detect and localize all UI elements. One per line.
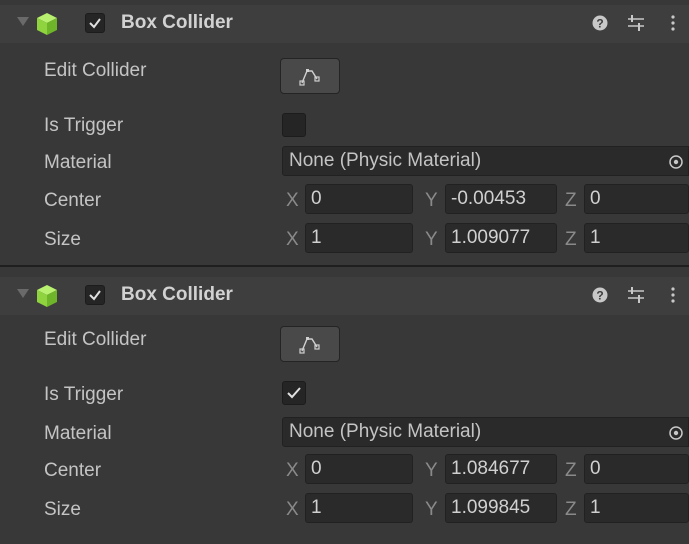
component-enabled-checkbox[interactable] (85, 285, 105, 305)
edit-collider-label: Edit Collider (44, 329, 147, 350)
size-x-field[interactable]: 1 (305, 223, 413, 253)
center-y-value: -0.00453 (451, 188, 527, 209)
center-x-field[interactable]: 0 (305, 184, 413, 214)
foldout-arrow-icon[interactable] (17, 289, 29, 298)
box-collider-cube-icon (37, 13, 57, 35)
kebab-menu-icon[interactable] (670, 14, 676, 32)
help-icon[interactable]: ? (592, 287, 608, 303)
material-field[interactable]: None (Physic Material) (282, 146, 689, 176)
size-z-value: 1 (590, 497, 601, 518)
svg-text:?: ? (596, 17, 603, 31)
size-x-axis-label[interactable]: X (286, 499, 299, 521)
edit-collider-icon (299, 337, 320, 354)
component-enabled-checkbox[interactable] (85, 13, 105, 33)
size-y-value: 1.099845 (451, 497, 531, 518)
size-y-axis-label[interactable]: Y (425, 499, 438, 521)
center-z-value: 0 (590, 458, 601, 479)
box-collider-component-1: Box Collider ? Edit Collider Is Trigger … (0, 0, 689, 272)
size-y-value: 1.009077 (451, 227, 531, 248)
size-label: Size (44, 499, 81, 520)
svg-text:?: ? (596, 289, 603, 303)
size-z-axis-label[interactable]: Z (565, 499, 577, 521)
center-x-value: 0 (311, 458, 322, 479)
object-picker-icon[interactable] (668, 425, 684, 441)
size-y-axis-label[interactable]: Y (425, 229, 438, 251)
component-divider (0, 265, 689, 267)
center-x-axis-label[interactable]: X (286, 190, 299, 212)
size-z-axis-label[interactable]: Z (565, 229, 577, 251)
size-z-field[interactable]: 1 (584, 223, 689, 253)
size-x-value: 1 (311, 227, 322, 248)
component-title: Box Collider (121, 284, 233, 305)
center-z-axis-label[interactable]: Z (565, 460, 577, 482)
material-label: Material (44, 423, 112, 444)
size-x-axis-label[interactable]: X (286, 229, 299, 251)
is-trigger-label: Is Trigger (44, 384, 124, 405)
center-label: Center (44, 190, 102, 211)
object-picker-icon[interactable] (668, 154, 684, 170)
size-y-field[interactable]: 1.009077 (445, 223, 557, 253)
center-x-field[interactable]: 0 (305, 454, 413, 484)
center-y-axis-label[interactable]: Y (425, 190, 438, 212)
center-z-value: 0 (590, 188, 601, 209)
edit-collider-label: Edit Collider (44, 60, 147, 81)
size-z-value: 1 (590, 227, 601, 248)
component-title: Box Collider (121, 12, 233, 33)
component-header[interactable]: Box Collider ? (0, 5, 689, 43)
center-y-field[interactable]: 1.084677 (445, 454, 557, 484)
box-collider-component-2: Box Collider ? Edit Collider Is Trigger (0, 272, 689, 544)
size-x-field[interactable]: 1 (305, 493, 413, 523)
center-x-value: 0 (311, 188, 322, 209)
is-trigger-checkbox[interactable] (282, 113, 306, 137)
preset-sliders-icon[interactable] (626, 14, 646, 32)
foldout-arrow-icon[interactable] (17, 17, 29, 26)
material-label: Material (44, 152, 112, 173)
help-icon[interactable]: ? (592, 15, 608, 31)
center-z-field[interactable]: 0 (584, 454, 689, 484)
size-y-field[interactable]: 1.099845 (445, 493, 557, 523)
material-field[interactable]: None (Physic Material) (282, 417, 689, 447)
edit-collider-button[interactable] (280, 58, 340, 94)
checkmark-icon (89, 290, 101, 301)
edit-collider-button[interactable] (280, 326, 340, 362)
center-z-axis-label[interactable]: Z (565, 190, 577, 212)
center-y-field[interactable]: -0.00453 (445, 184, 557, 214)
center-y-value: 1.084677 (451, 458, 531, 479)
size-z-field[interactable]: 1 (584, 493, 689, 523)
center-y-axis-label[interactable]: Y (425, 460, 438, 482)
center-z-field[interactable]: 0 (584, 184, 689, 214)
checkmark-icon (89, 18, 101, 29)
kebab-menu-icon[interactable] (670, 286, 676, 304)
preset-sliders-icon[interactable] (626, 286, 646, 304)
box-collider-cube-icon (37, 285, 57, 307)
size-x-value: 1 (311, 497, 322, 518)
checkmark-icon (287, 387, 301, 399)
size-label: Size (44, 229, 81, 250)
center-label: Center (44, 460, 102, 481)
edit-collider-icon (299, 69, 320, 86)
component-header[interactable]: Box Collider ? (0, 277, 689, 315)
material-value: None (Physic Material) (289, 150, 482, 171)
is-trigger-checkbox[interactable] (282, 381, 306, 405)
material-value: None (Physic Material) (289, 421, 482, 442)
center-x-axis-label[interactable]: X (286, 460, 299, 482)
is-trigger-label: Is Trigger (44, 115, 124, 136)
